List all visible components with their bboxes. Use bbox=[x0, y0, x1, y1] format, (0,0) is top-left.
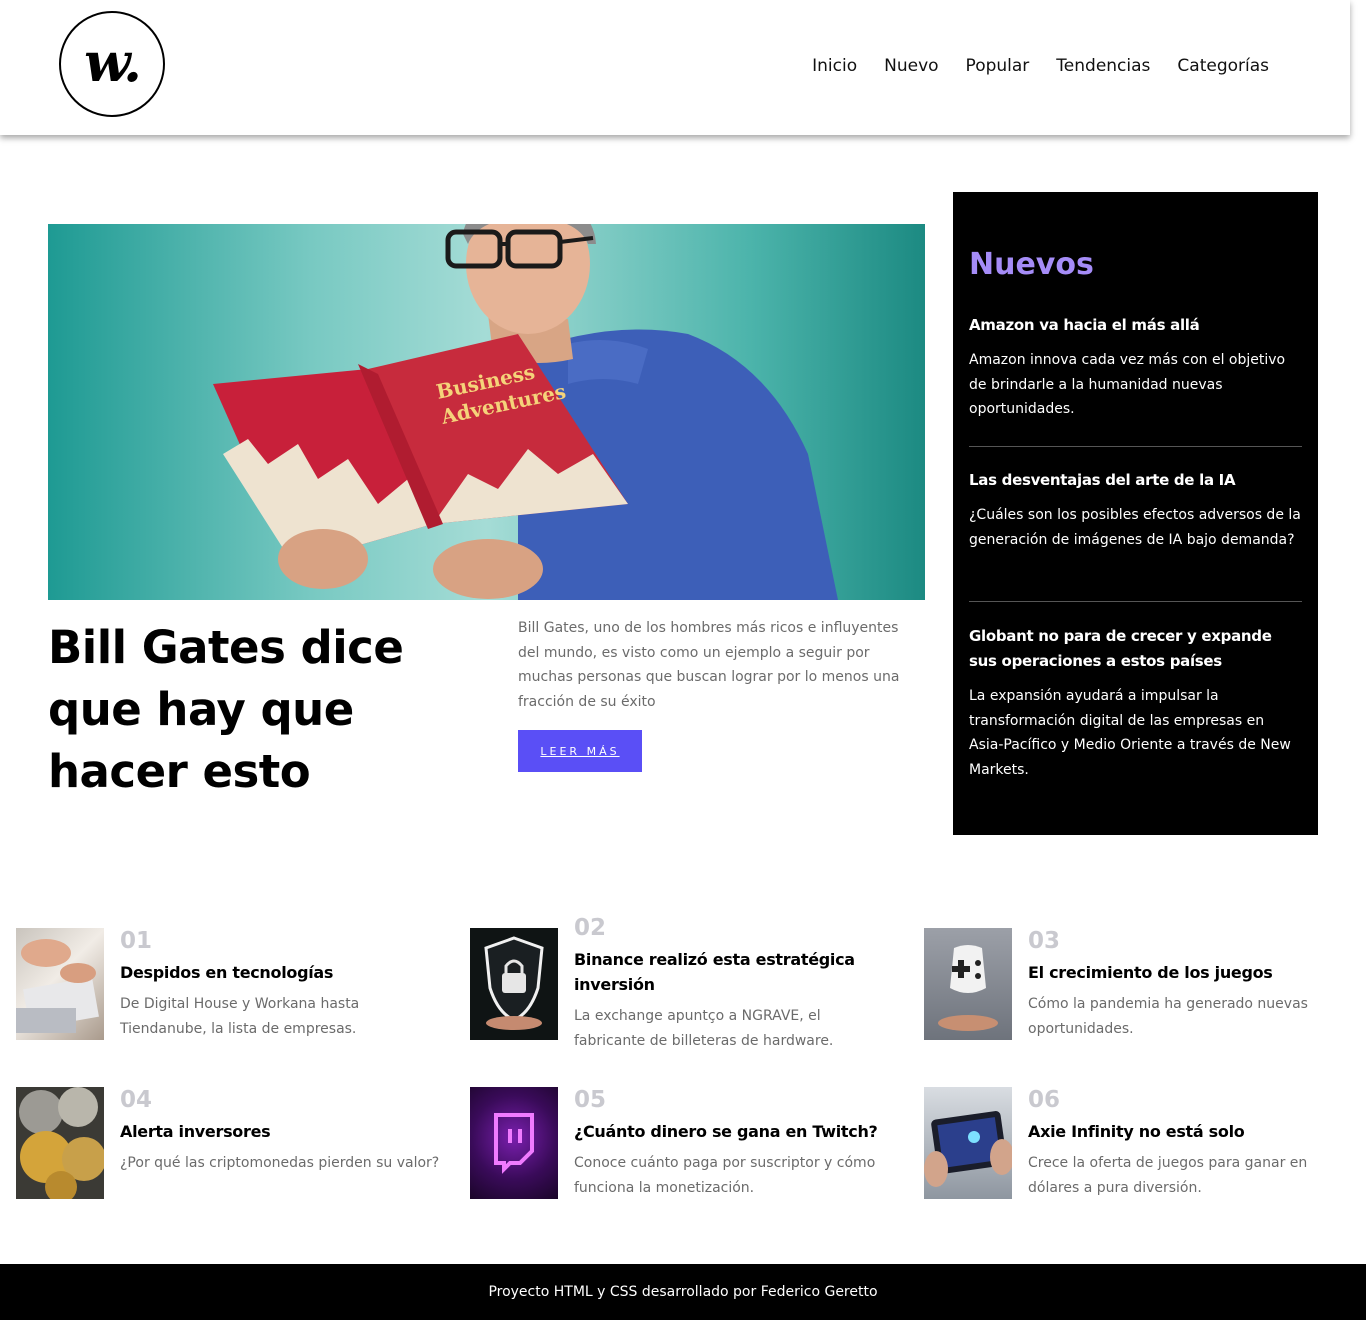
sidebar-item-title[interactable]: Las desventajas del arte de la IA bbox=[969, 468, 1302, 493]
hero-illustration: Business Adventures bbox=[213, 224, 838, 600]
article-title[interactable]: El crecimiento de los juegos bbox=[1028, 960, 1348, 985]
article-number: 06 bbox=[1028, 1087, 1061, 1113]
article-thumbnail[interactable] bbox=[470, 1087, 558, 1199]
article-text: 01 Despidos en tecnologías De Digital Ho… bbox=[120, 928, 440, 1041]
nav-categorias[interactable]: Categorías bbox=[1177, 56, 1269, 76]
sidebar-item-text: ¿Cuáles son los posibles efectos adverso… bbox=[969, 507, 1301, 548]
sidebar-item-title[interactable]: Globant no para de crecer y expande sus … bbox=[969, 624, 1302, 674]
article-title[interactable]: Axie Infinity no está solo bbox=[1028, 1119, 1348, 1144]
article-summary: Cómo la pandemia ha generado nuevas opor… bbox=[1028, 996, 1308, 1037]
divider bbox=[969, 446, 1302, 447]
logo[interactable]: w. bbox=[59, 11, 165, 117]
site-header: w. Inicio Nuevo Popular Tendencias Categ… bbox=[0, 0, 1350, 135]
article-number: 02 bbox=[574, 915, 607, 941]
logo-mark: w. bbox=[84, 30, 142, 94]
article-thumbnail[interactable] bbox=[16, 928, 104, 1040]
nav-tendencias[interactable]: Tendencias bbox=[1056, 56, 1150, 76]
sidebar-item-title[interactable]: Amazon va hacia el más allá bbox=[969, 313, 1302, 338]
article-title[interactable]: Binance realizó esta estratégica inversi… bbox=[574, 947, 894, 997]
article-number: 03 bbox=[1028, 928, 1061, 954]
article-text: 03 El crecimiento de los juegos Cómo la … bbox=[1028, 928, 1348, 1041]
nav-inicio[interactable]: Inicio bbox=[812, 56, 857, 76]
article-title[interactable]: Alerta inversores bbox=[120, 1119, 440, 1144]
footer-text: Proyecto HTML y CSS desarrollado por Fed… bbox=[488, 1284, 878, 1300]
hero-image: Business Adventures bbox=[48, 224, 925, 600]
article-text: 04 Alerta inversores ¿Por qué las cripto… bbox=[120, 1087, 440, 1176]
article-text: 02 Binance realizó esta estratégica inve… bbox=[574, 915, 894, 1053]
sidebar-item-text: La expansión ayudará a impulsar la trans… bbox=[969, 688, 1291, 778]
sidebar-item-text: Amazon innova cada vez más con el objeti… bbox=[969, 352, 1286, 417]
article-summary: Crece la oferta de juegos para ganar en … bbox=[1028, 1155, 1308, 1196]
article-thumbnail[interactable] bbox=[470, 928, 558, 1040]
nav-popular[interactable]: Popular bbox=[966, 56, 1030, 76]
read-more-button[interactable]: LEER MÁS bbox=[518, 730, 642, 772]
article-number: 05 bbox=[574, 1087, 607, 1113]
sidebar-title: Nuevos bbox=[969, 247, 1094, 282]
sidebar-news-item[interactable]: Globant no para de crecer y expande sus … bbox=[969, 624, 1302, 782]
divider bbox=[969, 601, 1302, 602]
article-summary: Conoce cuánto paga por suscriptor y cómo… bbox=[574, 1155, 876, 1196]
main-nav: Inicio Nuevo Popular Tendencias Categorí… bbox=[812, 56, 1269, 76]
sidebar-news: Nuevos Amazon va hacia el más allá Amazo… bbox=[953, 192, 1318, 835]
nav-nuevo[interactable]: Nuevo bbox=[884, 56, 938, 76]
site-footer: Proyecto HTML y CSS desarrollado por Fed… bbox=[0, 1264, 1366, 1320]
article-title[interactable]: Despidos en tecnologías bbox=[120, 960, 440, 985]
article-title[interactable]: ¿Cuánto dinero se gana en Twitch? bbox=[574, 1119, 894, 1144]
article-thumbnail[interactable] bbox=[924, 1087, 1012, 1199]
article-thumbnail[interactable] bbox=[16, 1087, 104, 1199]
hero-description: Bill Gates, uno de los hombres más ricos… bbox=[518, 620, 900, 710]
article-number: 01 bbox=[120, 928, 153, 954]
article-text: 05 ¿Cuánto dinero se gana en Twitch? Con… bbox=[574, 1087, 894, 1200]
article-summary: De Digital House y Workana hasta Tiendan… bbox=[120, 996, 360, 1037]
hero-title[interactable]: Bill Gates dice que hay que hacer esto bbox=[48, 617, 468, 803]
article-number: 04 bbox=[120, 1087, 153, 1113]
article-summary: La exchange apuntço a NGRAVE, el fabrica… bbox=[574, 1008, 834, 1049]
article-text: 06 Axie Infinity no está solo Crece la o… bbox=[1028, 1087, 1348, 1200]
sidebar-news-item[interactable]: Amazon va hacia el más allá Amazon innov… bbox=[969, 313, 1302, 422]
article-thumbnail[interactable] bbox=[924, 928, 1012, 1040]
sidebar-news-item[interactable]: Las desventajas del arte de la IA ¿Cuále… bbox=[969, 468, 1302, 552]
article-summary: ¿Por qué las criptomonedas pierden su va… bbox=[120, 1155, 440, 1171]
